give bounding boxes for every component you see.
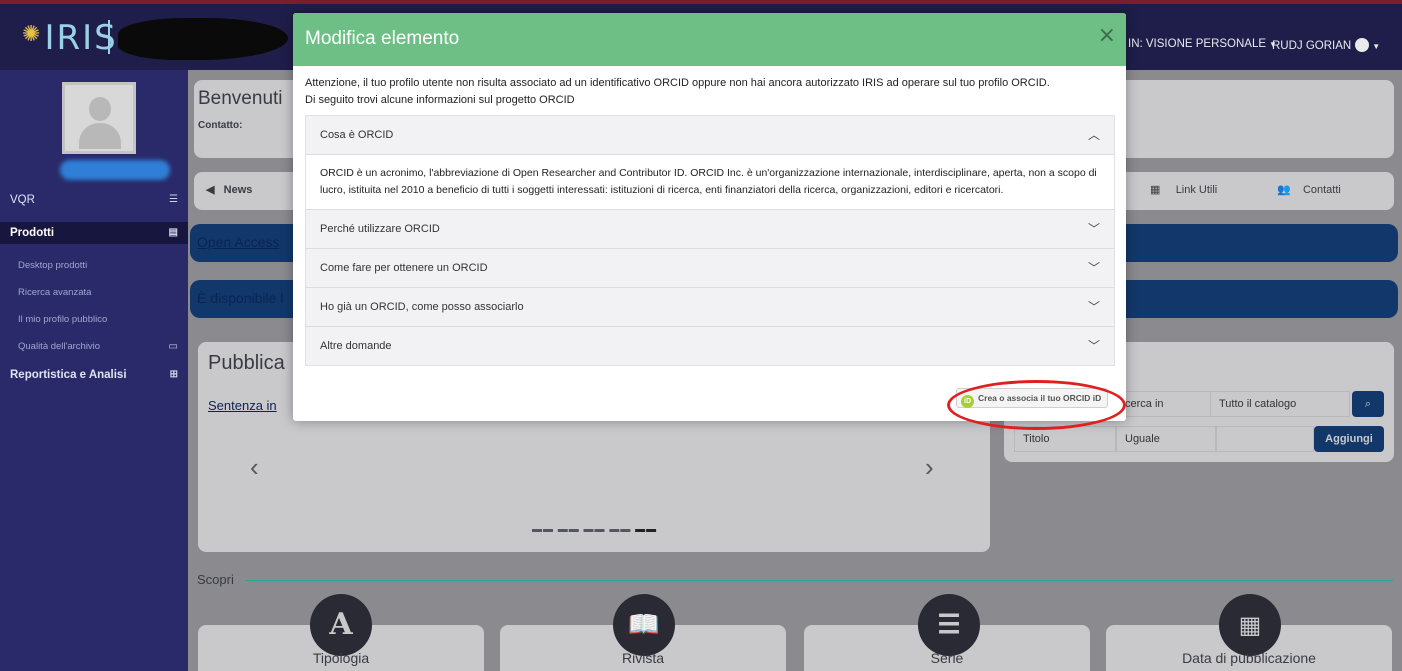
redacted-institution xyxy=(118,18,288,60)
contact-label: Contatto: xyxy=(198,120,243,131)
profile-picture xyxy=(62,82,136,154)
archive-icon: ▤ xyxy=(168,227,178,238)
accordion-item: Altre domande ﹀ xyxy=(306,327,1114,365)
tab-news[interactable]: ◀ News xyxy=(206,183,252,196)
folder-icon: ▭ xyxy=(168,341,178,352)
sidebar-item-reportistica[interactable]: Reportistica e Analisi ⊞ xyxy=(0,369,188,381)
modal-intro: Attenzione, il tuo profilo utente non ri… xyxy=(305,75,1115,109)
list-icon: ☰ xyxy=(918,594,980,656)
orcid-faq-accordion: Cosa è ORCID ︿ ORCID è un acronimo, l'ab… xyxy=(305,115,1115,366)
tile-label-serie: Serie xyxy=(930,650,964,666)
logo-text: IRIS xyxy=(44,18,118,58)
grid-icon: ▦ xyxy=(1150,184,1161,196)
chevron-down-icon: ﹀ xyxy=(1087,300,1100,314)
logo-divider xyxy=(108,20,110,54)
tab-contatti[interactable]: 👥 Contatti xyxy=(1277,183,1341,196)
close-icon[interactable]: × xyxy=(1098,23,1116,48)
avatar xyxy=(1355,38,1370,52)
chevron-down-icon: ﹀ xyxy=(1087,222,1100,236)
sidebar-sub-folder-row: ▭ xyxy=(0,341,188,352)
sidebar: VQR ☰ Prodotti ▤ Desktop prodotti Ricerca … xyxy=(0,70,188,671)
publications-heading: Pubblica xyxy=(208,352,285,374)
filter-field-select[interactable]: Titolo xyxy=(1014,426,1116,452)
user-menu[interactable]: RUDJ GORIAN ▼ xyxy=(1272,38,1380,52)
sidebar-sub-qualita-archivio[interactable]: Qualità dell'archivio xyxy=(18,341,100,352)
accordion-header-ho-gia-orcid[interactable]: Ho già un ORCID, come posso associarlo ﹀ xyxy=(306,288,1114,326)
modal-title: Modifica elemento xyxy=(305,28,460,49)
tab-link-utili[interactable]: ▦ Link Utili xyxy=(1150,183,1217,196)
accordion-item: Perché utilizzare ORCID ﹀ xyxy=(306,210,1114,249)
welcome-heading: Benvenuti xyxy=(198,88,283,109)
user-name: RUDJ GORIAN xyxy=(1272,40,1352,52)
accordion-body: ORCID è un acronimo, l'abbreviazione di … xyxy=(306,154,1114,209)
sidebar-item-prodotti[interactable]: Prodotti ▤ xyxy=(0,222,188,244)
accordion-item: Ho già un ORCID, come posso associarlo ﹀ xyxy=(306,288,1114,327)
sidebar-sub-desktop-prodotti[interactable]: Desktop prodotti xyxy=(18,260,87,271)
sidebar-sub-ricerca-avanzata[interactable]: Ricerca avanzata xyxy=(18,287,91,298)
tile-label-rivista: Rivista xyxy=(621,650,664,666)
add-filter-button[interactable]: Aggiungi xyxy=(1314,426,1384,452)
tab-label: Link Utili xyxy=(1175,184,1218,196)
scopri-divider xyxy=(245,580,1393,581)
accordion-title: Ho già un ORCID, come posso associarlo xyxy=(320,301,524,313)
sidebar-item-label: VQR xyxy=(10,194,35,206)
book-icon: 📖 xyxy=(613,594,675,656)
search-scope-label: cerca in xyxy=(1116,391,1220,417)
accordion-header-cosa-e-orcid[interactable]: Cosa è ORCID ︿ xyxy=(306,116,1114,154)
accordion-title: Cosa è ORCID xyxy=(320,129,394,141)
create-orcid-button[interactable]: iD Crea o associa il tuo ORCID iD xyxy=(956,388,1109,408)
accordion-header-perche-utilizzare[interactable]: Perché utilizzare ORCID ﹀ xyxy=(306,210,1114,248)
publication-link[interactable]: Sentenza in xyxy=(208,398,277,413)
users-icon: 👥 xyxy=(1277,184,1291,196)
open-access-link[interactable]: Open Access xyxy=(197,234,280,250)
accordion-item: Come fare per ottenere un ORCID ﹀ xyxy=(306,249,1114,288)
sidebar-sub-profilo-pubblico[interactable]: Il mio profilo pubblico xyxy=(18,314,107,325)
intro-line-1: Attenzione, il tuo profilo utente non ri… xyxy=(305,77,1050,89)
chevron-down-icon: ﹀ xyxy=(1087,339,1100,353)
sidebar-item-vqr[interactable]: VQR ☰ xyxy=(0,194,188,206)
modal-header: Modifica elemento × xyxy=(293,13,1126,66)
search-scope-select[interactable]: Tutto il catalogo xyxy=(1210,391,1350,417)
info-banner-text: È disponibile l xyxy=(197,290,284,306)
filter-value-input[interactable] xyxy=(1216,426,1314,452)
accordion-header-altre-domande[interactable]: Altre domande ﹀ xyxy=(306,327,1114,365)
logo-star-icon: ✺ xyxy=(22,22,43,47)
carousel-next-icon[interactable]: › xyxy=(925,452,934,483)
orcid-id-icon: iD xyxy=(961,395,974,408)
chevron-up-icon: ︿ xyxy=(1087,128,1100,142)
megaphone-icon: ◀ xyxy=(206,184,215,196)
chevron-down-icon: ﹀ xyxy=(1087,261,1100,275)
calendar-icon: ▦ xyxy=(1219,594,1281,656)
carousel-indicators[interactable]: ▬▬ ▬▬ ▬▬ ▬▬ ▬▬ xyxy=(532,524,657,535)
create-orcid-label: Crea o associa il tuo ORCID iD xyxy=(978,393,1102,403)
caret-down-icon: ▼ xyxy=(1372,42,1381,51)
sidebar-item-label: Reportistica e Analisi xyxy=(10,369,127,381)
tile-label-tipologia: Tipologia xyxy=(312,650,370,666)
view-mode-label: IN: VISIONE PERSONALE xyxy=(1128,38,1267,50)
tile-label-data: Data di pubblicazione xyxy=(1182,650,1316,666)
list-icon: ☰ xyxy=(169,194,178,205)
search-icon[interactable]: ⌕ xyxy=(1352,391,1384,417)
filter-row: Titolo Uguale Aggiungi xyxy=(1014,426,1384,452)
accordion-header-come-ottenere[interactable]: Come fare per ottenere un ORCID ﹀ xyxy=(306,249,1114,287)
carousel-prev-icon[interactable]: ‹ xyxy=(250,452,259,483)
view-mode-menu[interactable]: IN: VISIONE PERSONALE ▼ xyxy=(1128,38,1277,50)
typology-icon: A xyxy=(310,594,372,656)
scopri-heading: Scopri xyxy=(197,572,234,587)
accordion-title: Come fare per ottenere un ORCID xyxy=(320,262,488,274)
intro-line-2: Di seguito trovi alcune informazioni sul… xyxy=(305,94,575,106)
orcid-modal: Modifica elemento × Attenzione, il tuo p… xyxy=(293,13,1126,421)
sidebar-item-label: Prodotti xyxy=(10,227,55,239)
accordion-item: Cosa è ORCID ︿ ORCID è un acronimo, l'ab… xyxy=(306,116,1114,210)
tab-label: News xyxy=(223,184,253,196)
accordion-title: Perché utilizzare ORCID xyxy=(320,223,440,235)
iris-logo[interactable]: ✺IRIS xyxy=(22,18,118,58)
tab-label: Contatti xyxy=(1302,184,1341,196)
redacted-user-name xyxy=(60,160,170,180)
table-icon: ⊞ xyxy=(169,369,178,380)
filter-operator-select[interactable]: Uguale xyxy=(1116,426,1216,452)
accordion-title: Altre domande xyxy=(320,340,392,352)
